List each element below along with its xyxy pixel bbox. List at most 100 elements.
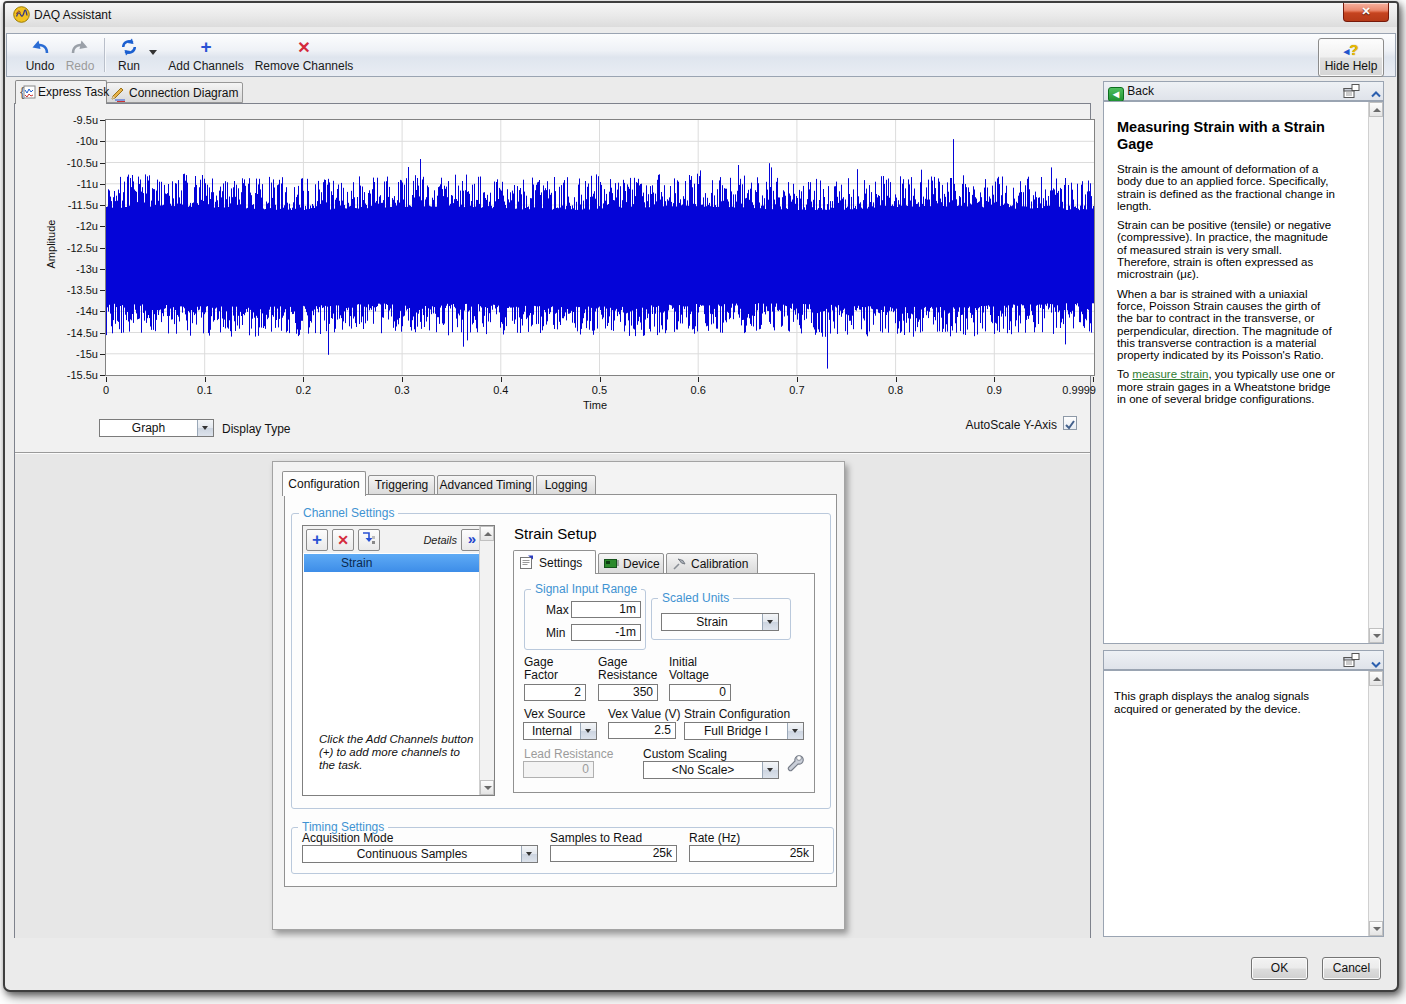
y-tick-label: -15u — [38, 348, 98, 360]
dropdown-arrow-icon[interactable] — [762, 614, 778, 630]
dropdown-arrow-icon[interactable] — [197, 420, 213, 436]
vex-source-label: Vex Source — [524, 707, 585, 721]
x-tick-label: 0.8 — [866, 384, 926, 396]
x-axis-title: Time — [545, 399, 645, 411]
close-button[interactable]: ✕ — [1343, 3, 1389, 22]
y-tick-label: -14u — [38, 305, 98, 317]
autoscale-checkbox[interactable] — [1063, 416, 1077, 430]
channel-list-item[interactable]: Strain — [304, 554, 480, 572]
vex-value-field[interactable]: 2.5 — [608, 722, 676, 739]
custom-scaling-wrench-icon[interactable] — [784, 753, 804, 779]
max-field[interactable]: 1m — [571, 601, 641, 618]
add-icon: + — [165, 38, 247, 58]
scroll-up-icon[interactable] — [480, 526, 494, 541]
y-tick-label: -10.5u — [38, 157, 98, 169]
vex-source-dropdown[interactable]: Internal — [523, 722, 597, 740]
help-paragraph: To measure strain, you typically use one… — [1117, 368, 1371, 405]
undo-button[interactable]: Undo — [20, 36, 60, 74]
gage-factor-field[interactable]: 2 — [524, 684, 586, 701]
remove-icon: ✕ — [254, 38, 354, 58]
help2-scrollbar[interactable] — [1368, 671, 1383, 936]
dropdown-arrow-icon[interactable] — [521, 846, 537, 862]
run-dropdown-caret[interactable] — [149, 50, 157, 55]
run-button[interactable]: Run — [110, 36, 148, 74]
scaled-units-label: Scaled Units — [658, 591, 733, 605]
dropdown-arrow-icon[interactable] — [580, 723, 596, 739]
min-label: Min — [546, 626, 565, 640]
cancel-button[interactable]: Cancel — [1322, 957, 1381, 980]
rate-label: Rate (Hz) — [689, 831, 740, 845]
add-channels-button[interactable]: + Add Channels — [165, 36, 247, 74]
reorder-channel-button[interactable] — [358, 529, 380, 551]
redo-icon — [60, 38, 100, 58]
x-tick-label: 0.5 — [570, 384, 630, 396]
tab-advanced-timing[interactable]: Advanced Timing — [437, 475, 534, 496]
channel-list-scrollbar[interactable] — [479, 526, 494, 795]
signal-input-range-label: Signal Input Range — [531, 582, 641, 596]
tab-logging[interactable]: Logging — [536, 475, 596, 496]
waveform-graph[interactable] — [105, 119, 1095, 376]
rate-field[interactable]: 25k — [689, 845, 814, 862]
hide-help-icon: ◂? — [1319, 41, 1383, 59]
y-tick-label: -14.5u — [38, 327, 98, 339]
delete-channel-button[interactable]: ✕ — [332, 529, 354, 551]
back-button[interactable]: ◄ Back — [1108, 84, 1154, 100]
tab-settings[interactable]: Settings — [513, 550, 596, 574]
initial-voltage-field[interactable]: 0 — [669, 684, 731, 701]
ok-button[interactable]: OK — [1251, 957, 1308, 980]
scroll-down-icon[interactable] — [1369, 921, 1383, 936]
hide-help-button[interactable]: ◂? Hide Help — [1318, 38, 1384, 77]
undo-icon — [20, 38, 60, 58]
x-tick-label: 0 — [76, 384, 136, 396]
y-tick-label: -11u — [38, 178, 98, 190]
settings-icon — [519, 555, 534, 573]
help-scrollbar[interactable] — [1368, 102, 1383, 643]
y-tick-label: -10u — [38, 135, 98, 147]
help2-text: This graph displays the analog signals a… — [1114, 690, 1364, 715]
title-bar[interactable]: DAQ Assistant ✕ — [5, 3, 1397, 27]
device-icon — [604, 557, 619, 573]
acquisition-mode-label: Acquisition Mode — [302, 831, 393, 845]
display-type-label: Display Type — [222, 422, 290, 436]
scroll-down-icon[interactable] — [480, 780, 494, 795]
tab-configuration[interactable]: Configuration — [282, 471, 366, 496]
samples-to-read-field[interactable]: 25k — [550, 845, 677, 862]
custom-scaling-dropdown[interactable]: <No Scale> — [643, 761, 779, 779]
help-header: ◄ Back — [1103, 81, 1384, 101]
tab-calibration[interactable]: Calibration — [666, 553, 758, 574]
x-tick-label: 0.4 — [471, 384, 531, 396]
redo-button[interactable]: Redo — [60, 36, 100, 74]
x-tick-label: 0.3 — [372, 384, 432, 396]
scroll-down-icon[interactable] — [1369, 628, 1383, 643]
tab-express-task[interactable]: { Express Task — [15, 80, 107, 104]
dropdown-arrow-icon[interactable] — [762, 762, 778, 778]
tab-triggering[interactable]: Triggering — [368, 475, 435, 496]
gage-resistance-label: Gage Resistance — [598, 656, 670, 682]
display-type-dropdown[interactable]: Graph — [99, 419, 214, 437]
express-task-icon: { — [20, 84, 36, 103]
scaled-units-dropdown[interactable]: Strain — [661, 613, 779, 631]
scroll-up-icon[interactable] — [1369, 671, 1383, 686]
strain-configuration-dropdown[interactable]: Full Bridge I — [684, 722, 804, 740]
y-axis-ticks — [100, 120, 105, 376]
check-icon — [1064, 419, 1076, 431]
help-paragraph: Strain is the amount of deformation of a… — [1117, 163, 1371, 212]
tab-connection-diagram[interactable]: Connection Diagram — [106, 82, 243, 103]
acquisition-mode-dropdown[interactable]: Continuous Samples — [302, 845, 538, 863]
max-label: Max — [546, 603, 569, 617]
strain-configuration-label: Strain Configuration — [684, 707, 790, 721]
measure-strain-link[interactable]: measure strain — [1132, 368, 1208, 380]
min-field[interactable]: -1m — [571, 624, 641, 641]
route-icon — [361, 530, 377, 546]
remove-channels-button[interactable]: ✕ Remove Channels — [254, 36, 354, 74]
x-tick-label: 0.2 — [273, 384, 333, 396]
help2-content: This graph displays the analog signals a… — [1103, 670, 1384, 937]
gage-resistance-field[interactable]: 350 — [598, 684, 658, 701]
toolbar: Undo Redo Run + Add Channels ✕ Remove Ch… — [6, 33, 1396, 77]
add-channel-button[interactable]: + — [306, 529, 328, 551]
y-tick-label: -13.5u — [38, 284, 98, 296]
channel-list[interactable]: + ✕ Details » Strain Click the Add Chann… — [302, 525, 495, 796]
tab-device[interactable]: Device — [598, 553, 664, 574]
dropdown-arrow-icon[interactable] — [787, 723, 803, 739]
scroll-up-icon[interactable] — [1369, 102, 1383, 117]
